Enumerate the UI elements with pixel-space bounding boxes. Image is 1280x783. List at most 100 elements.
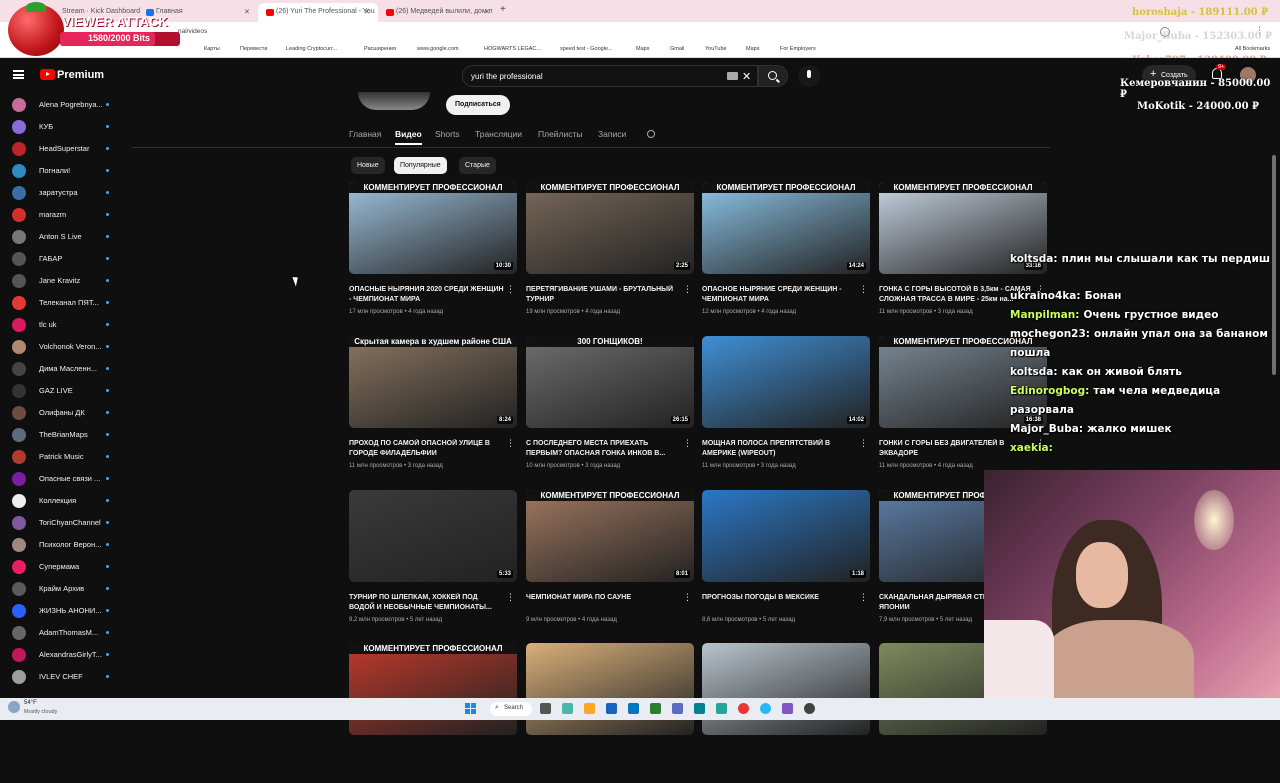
video-thumbnail[interactable]: КОММЕНТИРУЕТ ПРОФЕССИОНАЛ 8:01	[526, 490, 694, 582]
video-title[interactable]: ТУРНИР ПО ШЛЕПКАМ, ХОККЕЙ ПОД ВОДОЙ И НЕ…	[349, 593, 505, 615]
video-thumbnail[interactable]: 5:33	[349, 490, 517, 582]
sidebar-subscription-item[interactable]: Коллекция	[0, 490, 132, 512]
video-card[interactable]: КОММЕНТИРУЕТ ПРОФЕССИОНАЛ 8:01 ЧЕМПИОНАТ М…	[526, 490, 694, 630]
more-actions-icon[interactable]: ⋮	[859, 285, 868, 294]
sidebar-subscription-item[interactable]: заратустра	[0, 182, 132, 204]
video-title[interactable]: ПРОГНОЗЫ ПОГОДЫ В МЕКСИКЕ	[702, 593, 858, 615]
more-actions-icon[interactable]: ⋮	[506, 439, 515, 448]
chip-oldest[interactable]: Старые	[459, 157, 496, 174]
bookmark-item[interactable]: Gmail	[670, 46, 684, 52]
bookmark-item[interactable]: Перевести	[240, 46, 267, 52]
sidebar-subscription-item[interactable]: Олифаны ДК	[0, 402, 132, 424]
telegram-icon[interactable]	[760, 703, 771, 714]
bookmark-item[interactable]: Карты	[204, 46, 220, 52]
video-title[interactable]: ПРОХОД ПО САМОЙ ОПАСНОЙ УЛИЦЕ В ГОРОДЕ Ф…	[349, 439, 505, 461]
app-icon[interactable]	[628, 703, 639, 714]
voice-search-button[interactable]	[798, 65, 820, 87]
sidebar-subscription-item[interactable]: ЖИЗНЬ АНОНИ...	[0, 600, 132, 622]
obs-icon[interactable]	[804, 703, 815, 714]
video-thumbnail[interactable]: КОММЕНТИРУЕТ ПРОФЕССИОНАЛ 2:25	[526, 182, 694, 274]
video-card[interactable]: 1:18 ПРОГНОЗЫ ПОГОДЫ В МЕКСИКЕ ⋮ 8,6 млн пр…	[702, 490, 870, 630]
tab-close-icon[interactable]: ✕	[484, 8, 490, 16]
teams-icon[interactable]	[672, 703, 683, 714]
tab-videos[interactable]: Видео	[395, 129, 422, 139]
xbox-icon[interactable]	[650, 703, 661, 714]
more-actions-icon[interactable]: ⋮	[683, 439, 692, 448]
video-thumbnail[interactable]	[702, 643, 870, 735]
video-card[interactable]: КОММЕНТИРУЕТ ПРОФЕССИОНАЛ 10:30 ОПАСНЫЕ НЫ…	[349, 182, 517, 322]
video-title[interactable]: ПЕРЕТЯГИВАНИЕ УШАМИ - БРУТАЛЬНЫЙ ТУРНИР	[526, 285, 682, 307]
video-thumbnail[interactable]: Скрытая камера в худшем районе США 8:24	[349, 336, 517, 428]
tab-close-icon[interactable]: ✕	[364, 8, 370, 16]
tab-recordings[interactable]: Записи	[598, 129, 626, 139]
tab-home[interactable]: Главная	[349, 129, 381, 139]
tab-bears[interactable]: (26) Медведей вылили, дом п ✕	[378, 3, 496, 22]
bookmark-item[interactable]: speed test - Google...	[560, 46, 613, 52]
bookmark-item[interactable]: HOGWARTS LEGAC...	[484, 46, 541, 52]
search-input[interactable]: yuri the professional ✕	[462, 65, 758, 87]
video-thumbnail[interactable]: КОММЕНТИРУЕТ ПРОФЕССИОНАЛ 10:30	[349, 182, 517, 274]
tab-live[interactable]: Трансляции	[475, 129, 522, 139]
search-button[interactable]	[758, 65, 788, 87]
more-actions-icon[interactable]: ⋮	[859, 439, 868, 448]
sidebar-subscription-item[interactable]: Телеканал ПЯТ...	[0, 292, 132, 314]
windows-start-icon[interactable]	[465, 703, 476, 714]
video-card[interactable]: 300 ГОНЩИКОВ! 26:15 С ПОСЛЕДНЕГО МЕСТА ПРИ…	[526, 336, 694, 476]
sidebar-subscription-item[interactable]: Дима Масленн...	[0, 358, 132, 380]
more-actions-icon[interactable]: ⋮	[506, 593, 515, 602]
bookmark-item[interactable]: www.google.com	[417, 46, 459, 52]
more-actions-icon[interactable]: ⋮	[506, 285, 515, 294]
tab-close-icon[interactable]: ✕	[244, 8, 250, 16]
youtube-logo-text[interactable]: Premium	[57, 69, 104, 81]
sidebar-subscription-item[interactable]: Психолог Верон...	[0, 534, 132, 556]
bookmark-item[interactable]: Maps	[636, 46, 649, 52]
chip-popular[interactable]: Популярные	[394, 157, 447, 174]
video-title[interactable]: ОПАСНОЕ НЫРЯНИЕ СРЕДИ ЖЕНЩИН - ЧЕМПИОНАТ…	[702, 285, 858, 307]
sidebar-subscription-item[interactable]: AlexandrasGirlyT...	[0, 644, 132, 666]
bookmark-item[interactable]: YouTube	[705, 46, 727, 52]
video-title[interactable]: ОПАСНЫЕ НЫРЯНИЯ 2020 СРЕДИ ЖЕНЩИН - ЧЕМП…	[349, 285, 505, 307]
sidebar-subscription-item[interactable]: Погнали!	[0, 160, 132, 182]
sidebar-subscription-item[interactable]: ToriChyanChannel	[0, 512, 132, 534]
file-explorer-icon[interactable]	[584, 703, 595, 714]
app-icon[interactable]	[782, 703, 793, 714]
video-thumbnail[interactable]: 14:02	[702, 336, 870, 428]
video-thumbnail[interactable]: 1:18	[702, 490, 870, 582]
bookmark-item[interactable]: Leading Cryptocurr...	[286, 46, 337, 52]
video-card[interactable]: КОММЕНТИРУЕТ ПРОФЕССИОНАЛ 14:24 ОПАСНОЕ НЫ…	[702, 182, 870, 322]
video-title[interactable]: С ПОСЛЕДНЕГО МЕСТА ПРИЕХАТЬ ПЕРВЫМ? ОПАС…	[526, 439, 682, 461]
bookmark-item[interactable]: Расширения	[364, 46, 396, 52]
tab-shorts[interactable]: Shorts	[435, 129, 460, 139]
video-card[interactable]: 14:02 МОЩНАЯ ПОЛОСА ПРЕПЯТСТВИЙ В АМЕРИКЕ…	[702, 336, 870, 476]
sidebar-subscription-item[interactable]: Jane Kravitz	[0, 270, 132, 292]
bookmark-item[interactable]: All Bookmarks	[1235, 46, 1270, 52]
task-view-icon[interactable]	[540, 703, 551, 714]
channel-search-icon[interactable]	[647, 130, 655, 138]
tab-yuri-the-professional[interactable]: (26) Yuri The Professional - You ✕	[258, 3, 378, 22]
sidebar-subscription-item[interactable]: Крайм Архив	[0, 578, 132, 600]
edge-icon[interactable]	[694, 703, 705, 714]
more-actions-icon[interactable]: ⋮	[683, 285, 692, 294]
tab-playlists[interactable]: Плейлисты	[538, 129, 583, 139]
sidebar-subscription-item[interactable]: AdamThomasM...	[0, 622, 132, 644]
store-icon[interactable]	[606, 703, 617, 714]
sidebar-subscription-item[interactable]: GAZ LIVE	[0, 380, 132, 402]
bookmark-item[interactable]: For Employers	[780, 46, 816, 52]
sidebar-subscription-item[interactable]: tlc uk	[0, 314, 132, 336]
more-actions-icon[interactable]: ⋮	[859, 593, 868, 602]
video-card[interactable]: 5:33 ТУРНИР ПО ШЛЕПКАМ, ХОККЕЙ ПОД ВОДОЙ …	[349, 490, 517, 630]
video-thumbnail[interactable]	[526, 643, 694, 735]
video-title[interactable]: МОЩНАЯ ПОЛОСА ПРЕПЯТСТВИЙ В АМЕРИКЕ (WIP…	[702, 439, 858, 461]
sidebar-subscription-item[interactable]: Patrick Music	[0, 446, 132, 468]
app-icon[interactable]	[716, 703, 727, 714]
video-card[interactable]: КОММЕНТИРУЕТ ПРОФЕССИОНАЛ 2:25 ПЕРЕТЯГИВАН…	[526, 182, 694, 322]
url-field[interactable]: nal/videos	[178, 28, 207, 35]
bookmark-item[interactable]: Maps	[746, 46, 759, 52]
video-title[interactable]: ЧЕМПИОНАТ МИРА ПО САУНЕ	[526, 593, 682, 615]
sidebar-subscription-item[interactable]: КУБ	[0, 116, 132, 138]
keyboard-icon[interactable]	[727, 72, 738, 80]
sidebar-subscription-item[interactable]: Anton S Live	[0, 226, 132, 248]
chrome-icon[interactable]	[738, 703, 749, 714]
new-tab-icon[interactable]: +	[500, 4, 506, 15]
youtube-logo-icon[interactable]	[40, 69, 55, 80]
